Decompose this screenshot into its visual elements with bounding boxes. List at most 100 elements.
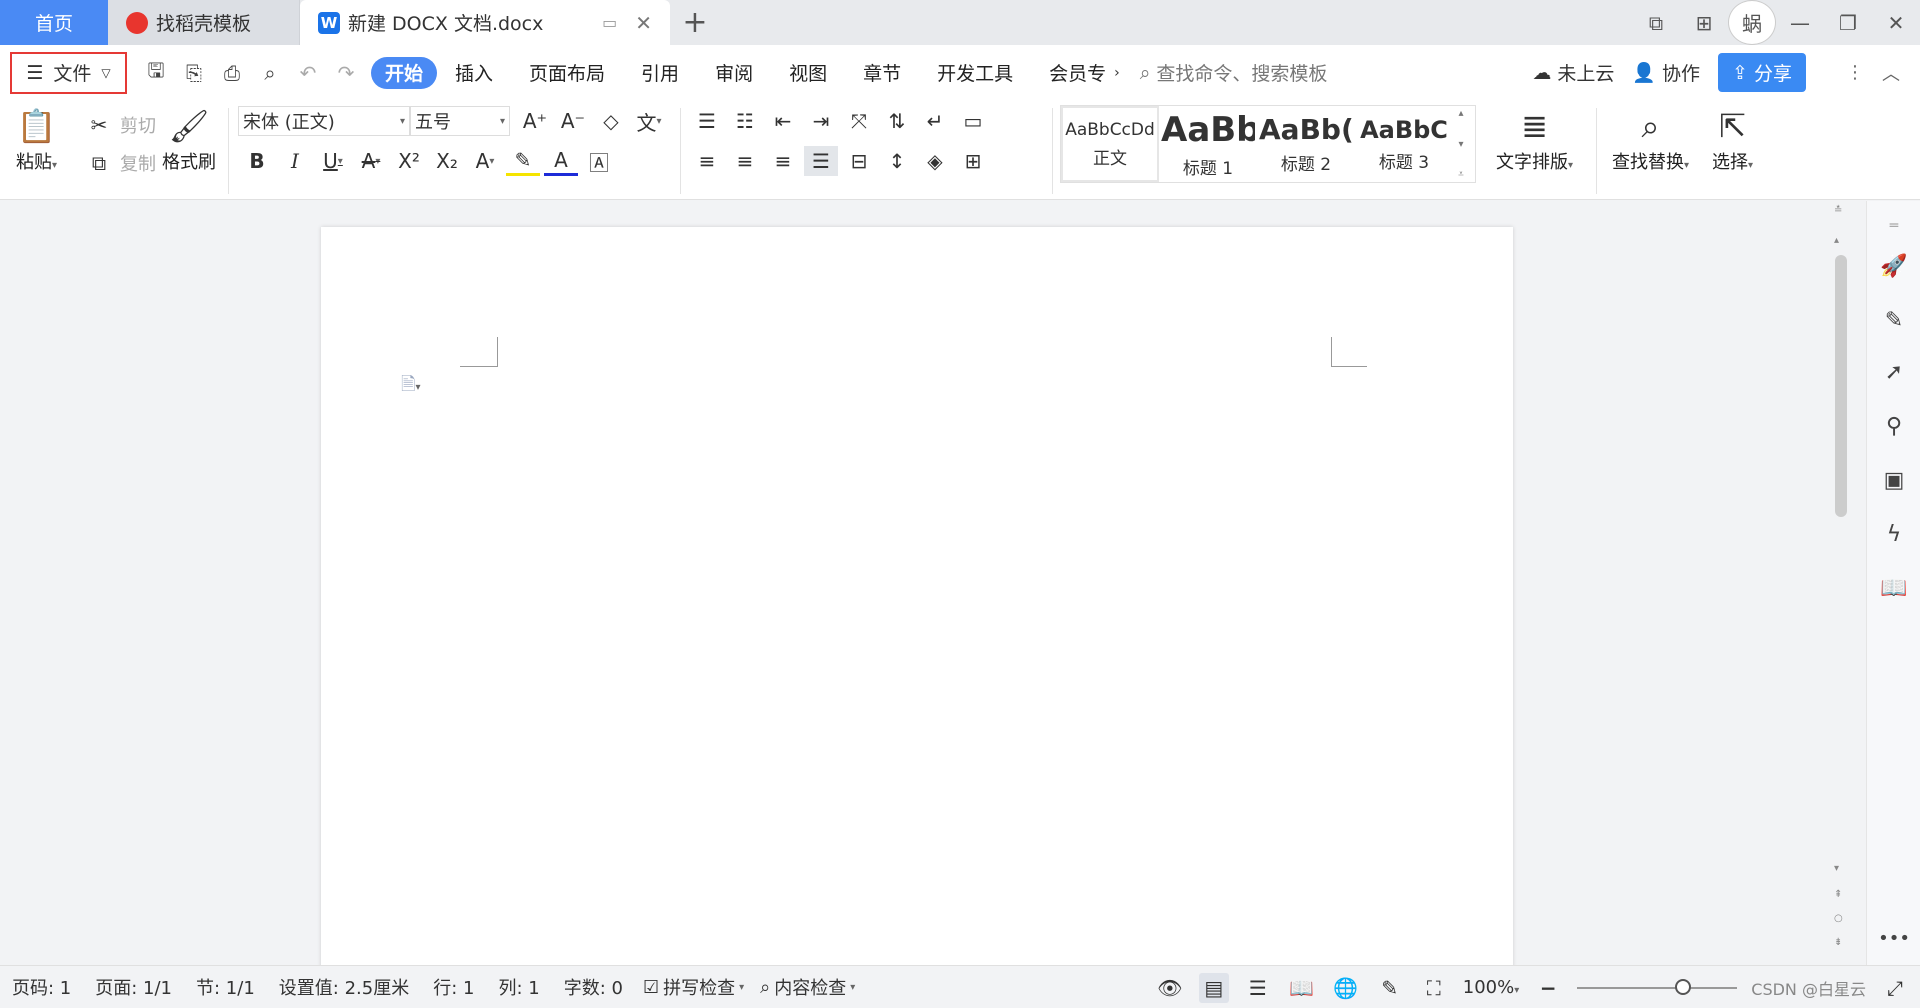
tab-start[interactable]: 开始	[371, 56, 438, 89]
cut-button[interactable]: ✂ 剪切	[82, 110, 156, 140]
document-page[interactable]: 🗎▾	[321, 227, 1513, 965]
font-name-select[interactable]: 宋体 (正文) ▾	[238, 106, 410, 136]
font-size-select[interactable]: 五号 ▾	[410, 106, 510, 136]
text-layout-button[interactable]: ≣ 文字排版▾	[1496, 104, 1573, 174]
copy-button[interactable]: ⧉ 复制	[82, 148, 156, 178]
phonetic-guide-icon[interactable]: 文 ▾	[632, 106, 666, 136]
collapse-ribbon-icon[interactable]: ︿	[1882, 60, 1900, 86]
tab-chapter[interactable]: 章节	[845, 57, 919, 89]
scroll-up-icon[interactable]: ▴	[1834, 235, 1839, 246]
more-horizontal-icon[interactable]: •••	[1878, 923, 1910, 953]
style-heading-3[interactable]: AaBbC 标题 3	[1355, 106, 1453, 182]
highlight-icon[interactable]: ✎	[506, 146, 540, 176]
next-page-icon[interactable]: ⇟	[1834, 937, 1842, 948]
pen-icon[interactable]: ✎	[1879, 305, 1909, 335]
user-avatar[interactable]: 蜗	[1728, 0, 1776, 45]
italic-icon[interactable]: I	[278, 146, 312, 176]
file-menu-button[interactable]: ☰ 文件 ▽	[10, 51, 127, 94]
text-effect-icon[interactable]: A ▾	[468, 146, 502, 176]
fit-page-icon[interactable]: ⛶	[1419, 973, 1449, 1003]
tab-view[interactable]: 视图	[771, 57, 845, 89]
close-tab-icon[interactable]: ✕	[635, 11, 652, 35]
status-row[interactable]: 行: 1	[421, 974, 486, 1000]
drag-handle-icon[interactable]: ═	[1879, 211, 1909, 241]
tab-references[interactable]: 引用	[623, 57, 697, 89]
ruler-icon[interactable]: ▭	[956, 106, 990, 136]
zoom-out-icon[interactable]: −	[1533, 973, 1563, 1003]
tab-document[interactable]: W 新建 DOCX 文档.docx ▭ ✕	[300, 0, 670, 45]
find-replace-button[interactable]: ⌕ 查找替换▾	[1612, 104, 1689, 174]
vertical-scrollbar[interactable]: ≛ ▴ ▾ ⇞ ○ ⇟	[1830, 205, 1852, 957]
format-painter-button[interactable]: 🖌 格式刷	[162, 104, 216, 174]
char-border-icon[interactable]: 🄰	[582, 146, 616, 176]
style-heading-1[interactable]: AaBb 标题 1	[1159, 106, 1257, 182]
eye-protection-icon[interactable]: 👁	[1155, 973, 1185, 1003]
paragraph-layout-icon[interactable]: 🗎▾	[401, 372, 421, 402]
sort-icon[interactable]: ⇅	[880, 106, 914, 136]
style-heading-2[interactable]: AaBb( 标题 2	[1257, 106, 1355, 182]
scroll-thumb[interactable]	[1835, 255, 1847, 517]
underline-icon[interactable]: U ▾	[316, 146, 350, 176]
status-page-code[interactable]: 页码: 1	[0, 974, 83, 1000]
tab-home[interactable]: 首页	[0, 0, 108, 45]
page-view-icon[interactable]: ▤	[1198, 972, 1229, 1003]
paste-button[interactable]: 📋 粘贴▾	[16, 104, 57, 174]
font-color-icon[interactable]: A	[544, 146, 578, 176]
chevron-right-icon[interactable]: ›	[1114, 65, 1120, 81]
undo-icon[interactable]: ↶	[293, 58, 323, 88]
style-normal[interactable]: AaBbCcDd 正文	[1061, 106, 1159, 182]
cloud-status-button[interactable]: ☁ 未上云	[1532, 59, 1614, 86]
tab-review[interactable]: 审阅	[697, 57, 771, 89]
tab-page-layout[interactable]: 页面布局	[511, 57, 623, 89]
tab-member[interactable]: 会员专	[1031, 57, 1124, 89]
chinese-layout-icon[interactable]: ⤧	[842, 106, 876, 136]
styles-scroll[interactable]: ▴ ▾ ⩡	[1453, 106, 1469, 182]
restore-icon[interactable]: ❐	[1824, 0, 1872, 45]
layout-icon[interactable]: ⧉	[1632, 0, 1680, 45]
web-view-icon[interactable]: 🌐	[1331, 973, 1361, 1003]
close-window-icon[interactable]: ✕	[1872, 0, 1920, 45]
print-icon[interactable]: ⎙	[217, 58, 247, 88]
increase-indent-icon[interactable]: ⇥	[804, 106, 838, 136]
apps-grid-icon[interactable]: ⊞	[1680, 0, 1728, 45]
image-edit-icon[interactable]: ▣	[1879, 465, 1909, 495]
scroll-top-icon[interactable]: ≛	[1834, 205, 1842, 216]
share-button[interactable]: ⇪ 分享	[1718, 53, 1806, 92]
rocket-icon[interactable]: 🚀	[1879, 251, 1909, 281]
strikethrough-icon[interactable]: A ▾	[354, 146, 388, 176]
numbered-list-icon[interactable]: ☷	[728, 106, 762, 136]
write-view-icon[interactable]: ✎	[1375, 973, 1405, 1003]
select-browse-icon[interactable]: ○	[1834, 913, 1843, 924]
justify-icon[interactable]: ☰	[804, 146, 838, 176]
more-vertical-icon[interactable]: ⋮	[1846, 62, 1864, 83]
line-spacing-icon[interactable]: ↕	[880, 146, 914, 176]
zoom-slider[interactable]	[1577, 978, 1738, 995]
prev-page-icon[interactable]: ⇞	[1834, 889, 1842, 900]
grow-font-icon[interactable]: A⁺	[518, 106, 552, 136]
distributed-icon[interactable]: ⊟	[842, 146, 876, 176]
align-center-icon[interactable]: ≡	[728, 146, 762, 176]
status-setting[interactable]: 设置值: 2.5厘米	[267, 974, 421, 1000]
print-preview-icon[interactable]: ⌕	[255, 58, 285, 88]
export-pdf-icon[interactable]: ⎘	[179, 58, 209, 88]
shading-icon[interactable]: ◈	[918, 146, 952, 176]
show-marks-icon[interactable]: ↵	[918, 106, 952, 136]
content-check-button[interactable]: ⌕ 内容检查 ▾	[752, 974, 863, 1000]
outline-view-icon[interactable]: ☰	[1243, 973, 1273, 1003]
zoom-level[interactable]: 100%▾	[1463, 977, 1520, 998]
decrease-indent-icon[interactable]: ⇤	[766, 106, 800, 136]
bold-icon[interactable]: B	[240, 146, 274, 176]
status-col[interactable]: 列: 1	[486, 974, 551, 1000]
scroll-down-icon[interactable]: ▾	[1834, 863, 1839, 874]
status-pages[interactable]: 页面: 1/1	[83, 974, 184, 1000]
tab-insert[interactable]: 插入	[437, 57, 511, 89]
superscript-icon[interactable]: X²	[392, 146, 426, 176]
minimize-icon[interactable]: —	[1776, 0, 1824, 45]
monitor-icon[interactable]: ▭	[602, 13, 617, 32]
zoom-slider-knob[interactable]	[1675, 978, 1692, 995]
select-button[interactable]: ⇱ 选择▾	[1712, 104, 1753, 174]
tab-developer[interactable]: 开发工具	[919, 57, 1031, 89]
subscript-icon[interactable]: X₂	[430, 146, 464, 176]
reading-view-icon[interactable]: 📖	[1287, 973, 1317, 1003]
status-section[interactable]: 节: 1/1	[184, 974, 267, 1000]
